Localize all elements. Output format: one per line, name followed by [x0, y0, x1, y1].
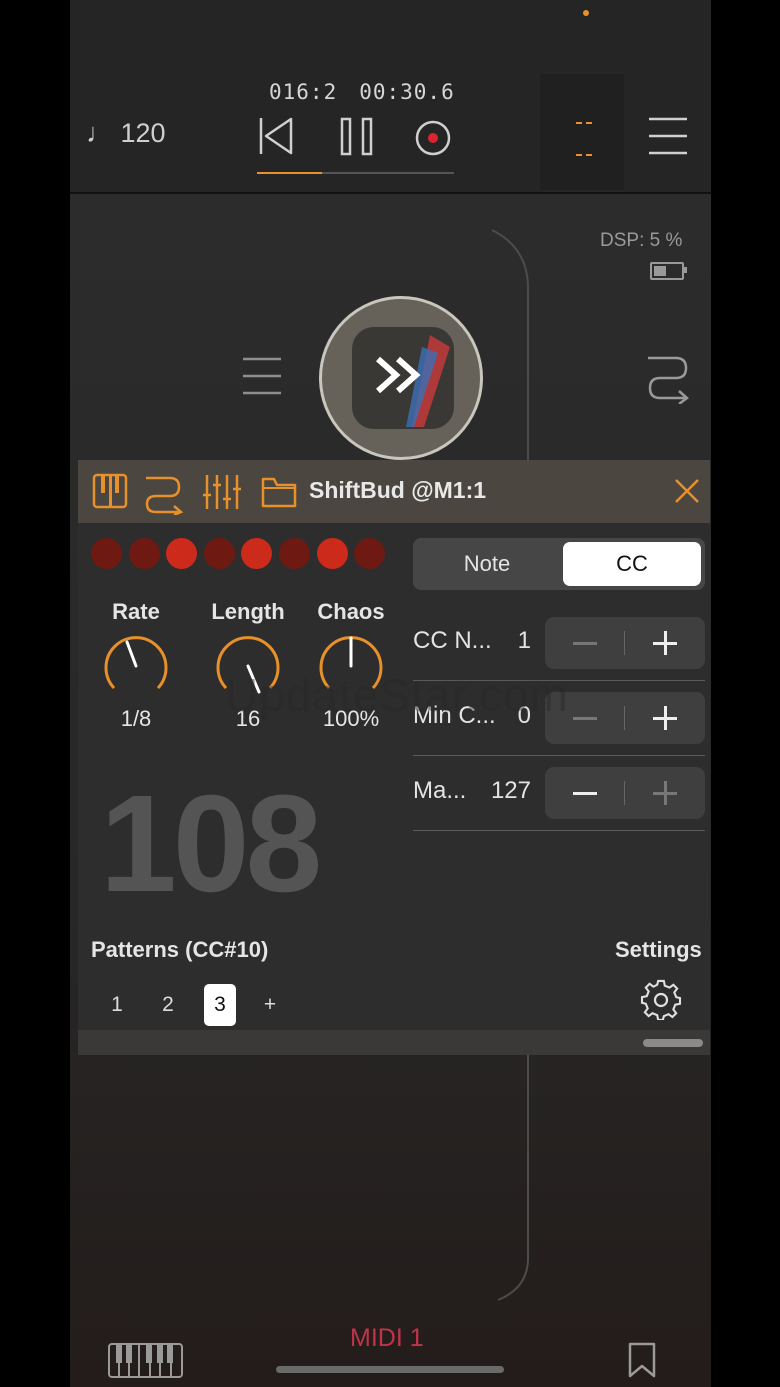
step-dot: [203, 538, 235, 569]
dsp-value: 5 %: [649, 230, 683, 251]
position-display: 016:2 00:30.6: [269, 80, 455, 104]
pause-icon[interactable]: [340, 117, 374, 157]
shiftbud-app-icon: [352, 327, 454, 429]
routing-icon[interactable]: [646, 352, 690, 404]
battery-tip: [684, 267, 687, 273]
step-dot: [128, 538, 160, 569]
tab-cc[interactable]: CC: [563, 542, 701, 586]
rack-menu-icon[interactable]: [242, 356, 282, 396]
param-label: Ma...: [413, 777, 467, 804]
dsp-label: DSP:: [600, 230, 645, 251]
increment-button[interactable]: [625, 692, 705, 744]
keyboard-icon[interactable]: [92, 473, 128, 509]
chaos-label: Chaos: [317, 599, 385, 624]
skip-back-icon[interactable]: [258, 116, 294, 156]
mode-segmented-control: Note CC: [413, 538, 705, 590]
increment-button[interactable]: [625, 617, 705, 669]
note-icon: ♩: [86, 118, 113, 148]
tab-note[interactable]: Note: [417, 542, 557, 586]
transport-bar: ♩ 120 016:2 00:30.6: [70, 0, 711, 194]
pattern-2-button[interactable]: 2: [152, 984, 184, 1026]
settings-label: Settings: [615, 937, 702, 962]
panel-footer: [78, 1030, 710, 1055]
level-meter: [540, 74, 624, 190]
folder-icon[interactable]: [261, 476, 297, 508]
tempo-button[interactable]: ♩ 120: [86, 118, 166, 149]
menu-icon[interactable]: [648, 116, 688, 156]
patterns-title: Patterns (CC#10): [91, 937, 269, 962]
step-dot: [166, 538, 198, 569]
watermark: UpdateStar.com: [225, 669, 569, 721]
decrement-button[interactable]: [545, 617, 625, 669]
plugin-panel: ShiftBud @M1:1 Rate Length Chaos 1/8 16 …: [78, 460, 710, 1055]
max-cc-stepper: [545, 767, 705, 819]
increment-button[interactable]: [625, 767, 705, 819]
step-dot: [316, 538, 348, 569]
add-pattern-button[interactable]: +: [254, 984, 286, 1026]
plugin-slot-button[interactable]: [319, 296, 483, 460]
dsp-readout: DSP: 5 %: [600, 230, 682, 252]
rate-label: Rate: [112, 599, 160, 624]
rate-knob[interactable]: [102, 632, 170, 700]
step-dot: [279, 538, 310, 569]
cc-number-stepper: [545, 617, 705, 669]
param-value: 1: [517, 627, 531, 654]
step-dot: [354, 538, 386, 569]
bookmark-icon[interactable]: [628, 1342, 656, 1378]
song-progress-fill: [257, 172, 322, 174]
step-dot: [241, 538, 273, 569]
midi-channel-label[interactable]: MIDI 1: [350, 1324, 424, 1353]
gear-icon[interactable]: [640, 978, 682, 1020]
rate-value: 1/8: [120, 706, 152, 731]
home-indicator[interactable]: [276, 1366, 504, 1373]
decrement-button[interactable]: [545, 767, 625, 819]
current-value-display: 108: [100, 767, 322, 921]
mixer-icon[interactable]: [203, 473, 241, 511]
time-position: 00:30.6: [359, 80, 455, 104]
length-label: Length: [211, 599, 285, 624]
param-row-max-cc: Ma... 127: [413, 755, 705, 831]
resize-handle[interactable]: [643, 1039, 703, 1047]
battery-icon: [650, 262, 684, 280]
record-icon[interactable]: [414, 119, 452, 157]
activity-indicator: [583, 10, 589, 16]
param-value: 127: [490, 777, 531, 804]
pattern-3-button[interactable]: 3: [204, 984, 236, 1026]
pattern-1-button[interactable]: 1: [101, 984, 133, 1026]
panel-header: ShiftBud @M1:1: [78, 460, 710, 523]
min-cc-stepper: [545, 692, 705, 744]
keyboard-icon[interactable]: [108, 1343, 184, 1379]
tempo-value: 120: [120, 118, 166, 148]
panel-title: ShiftBud @M1:1: [309, 477, 487, 503]
step-dot: [91, 538, 122, 569]
bar-position: 016:2: [269, 80, 338, 104]
song-progress[interactable]: [257, 172, 454, 174]
routing-icon[interactable]: [144, 473, 184, 515]
close-icon[interactable]: [673, 477, 701, 505]
